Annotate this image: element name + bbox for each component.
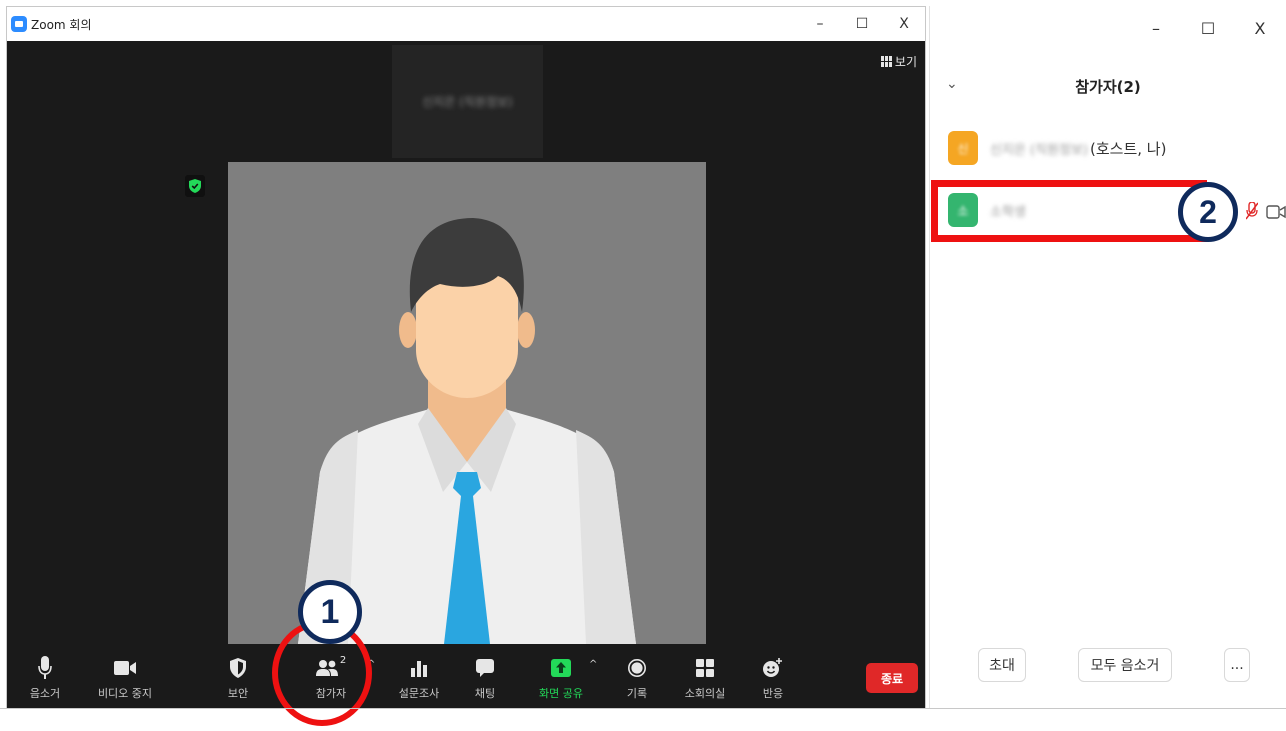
annotation-highlight-participant (931, 180, 1207, 242)
window-title: Zoom 회의 (31, 17, 92, 32)
shield-icon (230, 653, 246, 683)
share-screen-label: 화면 공유 (539, 687, 583, 700)
video-stage: 신지은 (직원정보) 보기 (7, 41, 925, 649)
view-button[interactable]: 보기 (880, 51, 917, 71)
invite-button[interactable]: 초대 (978, 648, 1026, 682)
chat-label: 채팅 (474, 687, 496, 700)
panel-minimize-button[interactable]: – (1130, 6, 1182, 50)
breakout-rooms-label: 소회의실 (684, 687, 726, 700)
panel-footer: 초대 모두 음소거 ... (930, 648, 1286, 684)
breakout-rooms-icon (696, 653, 714, 683)
window-controls: – ☐ X (799, 7, 925, 41)
avatar: 신 (948, 131, 978, 165)
breakout-rooms-button[interactable]: 소회의실 (681, 653, 729, 707)
panel-window-controls: – ☐ X (1130, 6, 1286, 50)
mute-button[interactable]: 음소거 (23, 653, 67, 707)
panel-close-button[interactable]: X (1234, 6, 1286, 50)
encryption-shield-icon[interactable] (185, 175, 205, 197)
bottom-divider (0, 708, 1286, 709)
record-button[interactable]: 기록 (621, 653, 653, 707)
participant-avatar-illustration (228, 162, 706, 644)
share-options-caret[interactable]: ^ (589, 659, 597, 670)
stop-video-label: 비디오 중지 (97, 687, 153, 700)
end-meeting-button[interactable]: 종료 (866, 663, 918, 693)
video-off-icon[interactable] (1266, 204, 1286, 223)
share-screen-button[interactable]: 화면 공유 (533, 653, 589, 707)
close-button[interactable]: X (883, 7, 925, 41)
zoom-app-icon (11, 16, 27, 32)
meeting-toolbar: 음소거 비디오 중지 보안 2 참가자 ^ 설문조사 채팅 화면 공유 ^ 기록… (7, 649, 925, 709)
annotation-badge-2: 2 (1178, 182, 1238, 242)
chat-icon (476, 653, 494, 683)
panel-title: 참가자(2) (1075, 77, 1141, 96)
panel-maximize-button[interactable]: ☐ (1182, 6, 1234, 50)
security-label: 보안 (227, 687, 249, 700)
polls-button[interactable]: 설문조사 (395, 653, 443, 707)
chat-button[interactable]: 채팅 (469, 653, 501, 707)
self-video-thumbnail[interactable]: 신지은 (직원정보) (392, 45, 543, 158)
grid-view-icon (880, 55, 892, 67)
poll-icon (410, 653, 428, 683)
reactions-button[interactable]: 반응 (757, 653, 789, 707)
muted-microphone-icon[interactable] (1245, 201, 1259, 224)
reactions-icon (763, 653, 783, 683)
screen-root: Zoom 회의 – ☐ X 신지은 (직원정보) 보기 음소거 비디오 중지 보… (0, 0, 1286, 731)
reactions-label: 반응 (762, 687, 784, 700)
participants-panel: – ☐ X ⌄ 참가자(2) 신 신지은 (직원정보) (호스트, 나) 소 소… (929, 6, 1286, 708)
share-screen-icon (551, 653, 571, 683)
record-label: 기록 (626, 687, 648, 700)
annotation-badge-1: 1 (298, 580, 362, 644)
panel-header: ⌄ 참가자(2) (930, 68, 1286, 104)
security-button[interactable]: 보안 (221, 653, 255, 707)
microphone-icon (38, 653, 52, 683)
participant-video (228, 162, 706, 644)
record-icon (628, 653, 646, 683)
mute-all-button[interactable]: 모두 음소거 (1078, 648, 1172, 682)
collapse-chevron-icon[interactable]: ⌄ (946, 76, 958, 92)
zoom-meeting-window: Zoom 회의 – ☐ X 신지은 (직원정보) 보기 음소거 비디오 중지 보… (6, 6, 926, 709)
participant-status-icons (1245, 201, 1286, 224)
polls-label: 설문조사 (398, 687, 440, 700)
window-titlebar: Zoom 회의 – ☐ X (7, 7, 925, 41)
video-camera-icon (114, 653, 136, 683)
view-label: 보기 (894, 54, 917, 69)
stop-video-button[interactable]: 비디오 중지 (91, 653, 159, 707)
minimize-button[interactable]: – (799, 7, 841, 41)
more-options-button[interactable]: ... (1224, 648, 1250, 682)
participant-role: (호스트, 나) (1090, 139, 1167, 158)
maximize-button[interactable]: ☐ (841, 7, 883, 41)
mute-label: 음소거 (29, 687, 61, 700)
participant-name: 신지은 (직원정보) (990, 142, 1088, 158)
participant-row-host[interactable]: 신 신지은 (직원정보) (호스트, 나) (930, 126, 1286, 170)
self-name-label: 신지은 (직원정보) (422, 95, 513, 109)
